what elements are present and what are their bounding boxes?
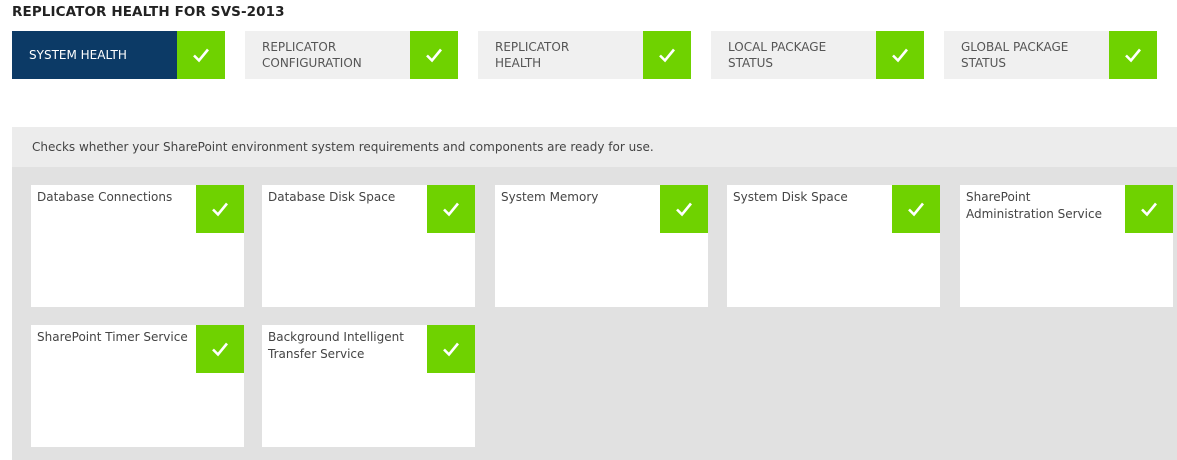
system-health-panel: Checks whether your SharePoint environme… [12,127,1177,460]
tab-replicator-health[interactable]: REPLICATOR HEALTH [478,31,691,79]
check-icon [196,185,244,233]
tab-global-package-status[interactable]: GLOBAL PACKAGE STATUS [944,31,1157,79]
page-title: REPLICATOR HEALTH FOR SVS-2013 [12,4,285,20]
check-icon [1125,185,1173,233]
check-icon [177,31,225,79]
check-card-system-disk-space[interactable]: System Disk Space [727,185,940,307]
tab-replicator-configuration[interactable]: REPLICATOR CONFIGURATION [245,31,458,79]
card-label: System Disk Space [733,190,848,204]
panel-description: Checks whether your SharePoint environme… [12,127,1177,167]
card-label: System Memory [501,190,599,204]
tab-label: REPLICATOR HEALTH [495,40,570,70]
check-icon [427,185,475,233]
check-card-sharepoint-timer-service[interactable]: SharePoint Timer Service [31,325,244,447]
tab-system-health[interactable]: SYSTEM HEALTH [12,31,225,79]
check-icon [410,31,458,79]
check-icon [660,185,708,233]
tab-label: GLOBAL PACKAGE STATUS [961,40,1069,70]
check-card-sharepoint-administration-service[interactable]: SharePoint Administration Service [960,185,1173,307]
check-icon [196,325,244,373]
check-card-database-disk-space[interactable]: Database Disk Space [262,185,475,307]
check-icon [427,325,475,373]
card-label: SharePoint Timer Service [37,330,188,344]
check-card-background-intelligent-transfer-service[interactable]: Background Intelligent Transfer Service [262,325,475,447]
tab-local-package-status[interactable]: LOCAL PACKAGE STATUS [711,31,924,79]
card-label: Database Connections [37,190,173,204]
tab-label: REPLICATOR CONFIGURATION [262,40,362,70]
replicator-health-page: REPLICATOR HEALTH FOR SVS-2013 SYSTEM HE… [0,0,1177,460]
tab-label: SYSTEM HEALTH [29,48,127,62]
check-icon [876,31,924,79]
check-icon [892,185,940,233]
card-label: Background Intelligent Transfer Service [268,330,404,361]
tab-label: LOCAL PACKAGE STATUS [728,40,827,70]
card-label: Database Disk Space [268,190,396,204]
description-text: Checks whether your SharePoint environme… [32,140,654,154]
check-card-system-memory[interactable]: System Memory [495,185,708,307]
card-label: SharePoint Administration Service [966,190,1102,221]
check-icon [643,31,691,79]
check-card-database-connections[interactable]: Database Connections [31,185,244,307]
check-icon [1109,31,1157,79]
